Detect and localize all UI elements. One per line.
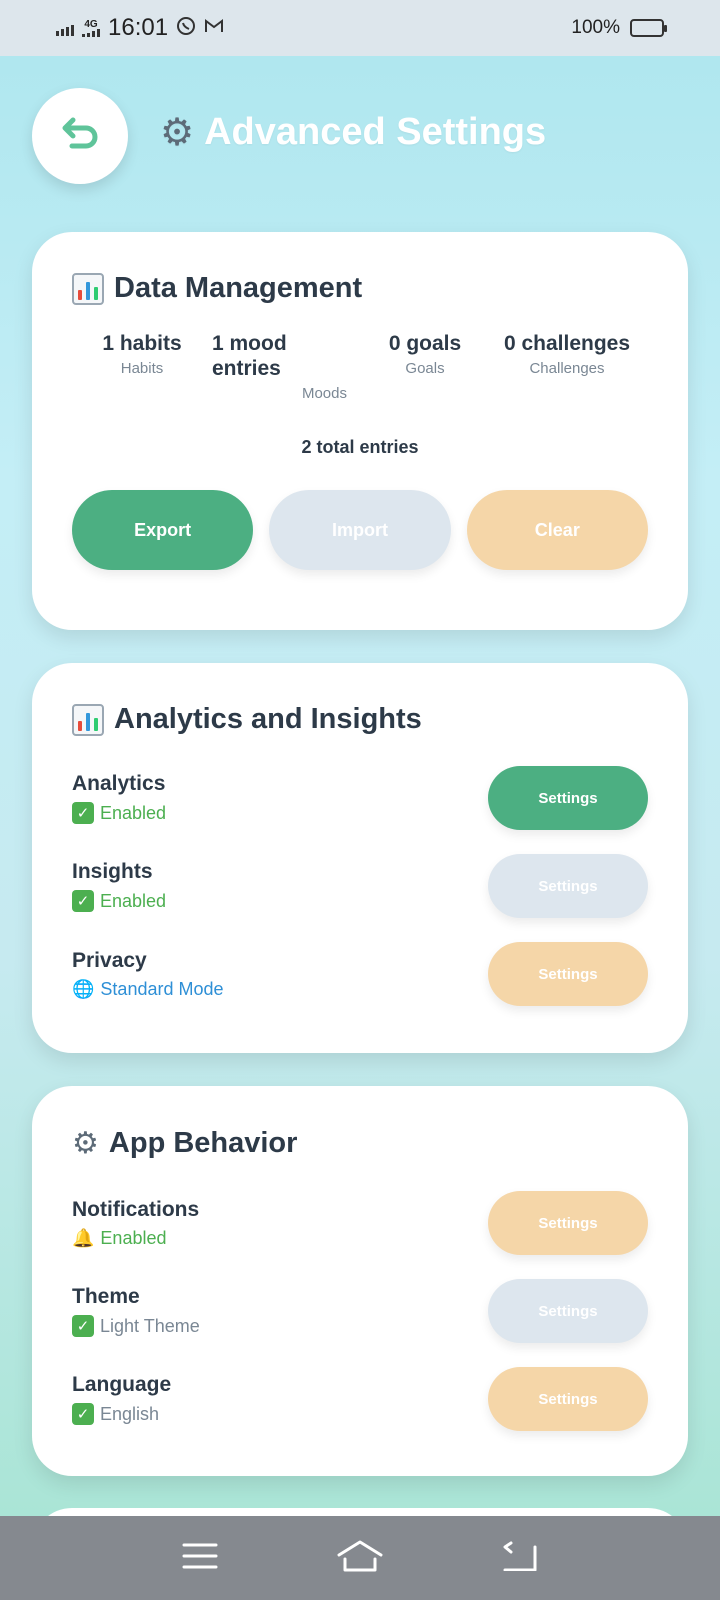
home-button[interactable] [330, 1536, 390, 1580]
check-icon: ✓ [72, 802, 94, 824]
check-icon: ✓ [72, 1315, 94, 1337]
data-management-title: Data Management [72, 272, 648, 305]
menu-button[interactable] [170, 1536, 230, 1580]
status-right: 100% [571, 17, 667, 39]
analytics-settings-button[interactable]: Settings [488, 766, 648, 830]
check-icon: ✓ [72, 1403, 94, 1425]
battery-percent: 100% [571, 17, 620, 38]
signal-icon [56, 20, 74, 36]
privacy-settings-button[interactable]: Settings [488, 942, 648, 1006]
battery-icon [630, 19, 667, 37]
menu-icon [182, 1542, 218, 1575]
theme-settings-button[interactable]: Settings [488, 1279, 648, 1343]
bell-icon: 🔔 [72, 1227, 95, 1248]
notifications-row: Notifications 🔔 Enabled Settings [72, 1179, 648, 1267]
clock: 16:01 [108, 14, 169, 41]
status-left: 4G 16:01 [56, 14, 224, 42]
import-button[interactable]: Import [269, 490, 451, 570]
row-status: Light Theme [100, 1315, 200, 1336]
stat-habits: 1 habits Habits [102, 332, 182, 377]
language-settings-button[interactable]: Settings [488, 1367, 648, 1431]
row-status: Enabled [100, 1227, 167, 1248]
app-behavior-card: ⚙ App Behavior Notifications 🔔 Enabled S… [32, 1086, 688, 1476]
row-name: Insights [72, 860, 153, 883]
theme-row: Theme ✓ Light Theme Settings [72, 1267, 648, 1355]
data-management-card: Data Management 1 habits Habits 1 mood e… [32, 232, 688, 630]
stat-moods: 1 mood entries Moods [212, 332, 347, 402]
row-status: Enabled [100, 802, 167, 823]
back-nav-icon [501, 1541, 539, 1576]
analytics-list: Analytics ✓ Enabled Settings Insights ✓ … [72, 754, 648, 1018]
analytics-card: Analytics and Insights Analytics ✓ Enabl… [32, 663, 688, 1053]
globe-icon: 🌐 [72, 978, 95, 999]
app-behavior-list: Notifications 🔔 Enabled Settings Theme ✓… [72, 1179, 648, 1443]
page-title-text: Advanced Settings [204, 111, 547, 153]
clear-button[interactable]: Clear [466, 490, 648, 570]
gear-icon: ⚙ [160, 112, 195, 154]
stat-challenges: 0 challenges Challenges [503, 332, 631, 377]
home-icon [336, 1539, 384, 1578]
row-status: English [100, 1403, 160, 1424]
row-status: Enabled [100, 890, 167, 911]
analytics-row: Analytics ✓ Enabled Settings [72, 754, 648, 842]
back-arrow-icon [60, 116, 100, 157]
bar-chart-icon [72, 703, 104, 736]
gear-icon: ⚙ [72, 1127, 99, 1160]
total-entries: 2 total entries [301, 437, 419, 457]
bar-chart-icon [72, 272, 104, 305]
row-name: Theme [72, 1285, 140, 1308]
insights-settings-button[interactable]: Settings [488, 854, 648, 918]
system-nav-bar [0, 1516, 720, 1600]
data-actions: Export Import Clear [72, 490, 648, 570]
analytics-title: Analytics and Insights [72, 703, 648, 736]
row-name: Language [72, 1373, 172, 1396]
row-name: Analytics [72, 772, 166, 795]
insights-row: Insights ✓ Enabled Settings [72, 842, 648, 930]
row-name: Privacy [72, 948, 147, 972]
row-name: Notifications [72, 1197, 200, 1221]
back-button[interactable] [32, 88, 128, 184]
status-bar: 4G 16:01 100% [0, 0, 720, 56]
back-nav-button[interactable] [490, 1536, 550, 1580]
data-stats: 1 habits Habits 1 mood entries Moods 0 g… [72, 331, 648, 431]
language-row: Language ✓ English Settings [72, 1355, 648, 1443]
notifications-settings-button[interactable]: Settings [488, 1191, 648, 1255]
stat-goals: 0 goals Goals [388, 332, 462, 377]
page-title: ⚙ Advanced Settings [160, 110, 546, 155]
network-indicator: 4G [82, 19, 100, 37]
whatsapp-icon [176, 16, 196, 41]
privacy-row: Privacy 🌐 Standard Mode Settings [72, 930, 648, 1018]
row-status: Standard Mode [100, 978, 224, 999]
export-button[interactable]: Export [72, 490, 254, 570]
gmail-icon [204, 18, 224, 39]
app-behavior-title: ⚙ App Behavior [72, 1127, 298, 1160]
check-icon: ✓ [72, 890, 94, 912]
